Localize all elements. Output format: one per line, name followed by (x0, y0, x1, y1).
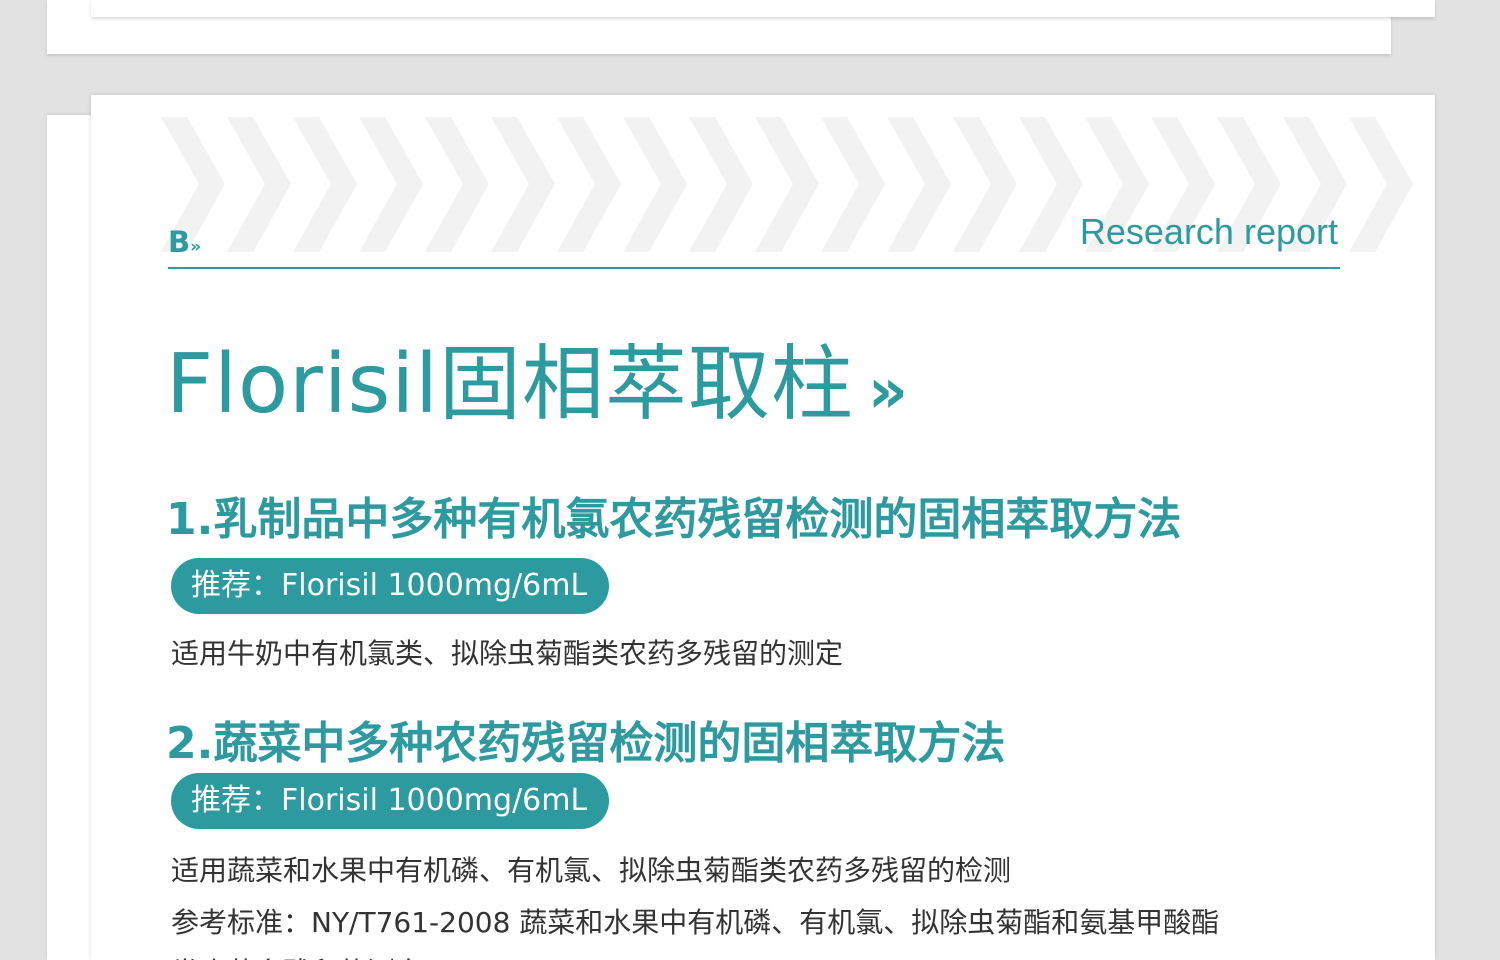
front-card-top (91, 0, 1435, 17)
logo: B» (168, 225, 201, 259)
logo-mark: » (190, 237, 201, 257)
section-1-description: 适用牛奶中有机氯类、拟除虫菊酯类农药多残留的测定 (171, 637, 844, 670)
tagline: Research report (1079, 211, 1338, 252)
chevron-shape (1349, 117, 1413, 252)
header-divider (168, 267, 1340, 269)
section-2-heading: 2.蔬菜中多种农药残留检测的固相萃取方法 (166, 718, 1006, 769)
chevron-shape (755, 117, 819, 252)
chevron-shape (557, 117, 621, 252)
chevron-shape (425, 117, 489, 252)
double-chevron-icon: » (867, 354, 909, 427)
page-title-text: Florisil固相萃取柱 (166, 337, 854, 432)
section-2-description-line-3: 类农药多残留的测定 (171, 951, 423, 960)
chevron-shape (293, 117, 357, 252)
section-2-recommend-badge: 推荐：Florisil 1000mg/6mL (171, 773, 610, 829)
document-card: B» Research report Florisil固相萃取柱» 1.乳制品中… (91, 95, 1435, 960)
chevron-shape (821, 117, 885, 252)
section-1-recommend-badge: 推荐：Florisil 1000mg/6mL (171, 558, 610, 614)
chevron-shape (887, 117, 951, 252)
chevron-shape (623, 117, 687, 252)
section-2-description-line-1: 适用蔬菜和水果中有机磷、有机氯、拟除虫菊酯类农药多残留的检测 (171, 854, 1012, 887)
section-1-heading: 1.乳制品中多种有机氯农药残留检测的固相萃取方法 (166, 494, 1182, 545)
chevron-shape (491, 117, 555, 252)
chevron-shape (359, 117, 423, 252)
chevron-shape (689, 117, 753, 252)
page-title: Florisil固相萃取柱» (166, 317, 909, 436)
section-2-description-line-2: 参考标准：NY/T761-2008 蔬菜和水果中有机磷、有机氯、拟除虫菊酯和氨基… (171, 906, 1220, 939)
chevron-shape (1019, 117, 1083, 252)
logo-letter: B (168, 225, 190, 259)
chevron-shape (227, 117, 291, 252)
chevron-shape (953, 117, 1017, 252)
